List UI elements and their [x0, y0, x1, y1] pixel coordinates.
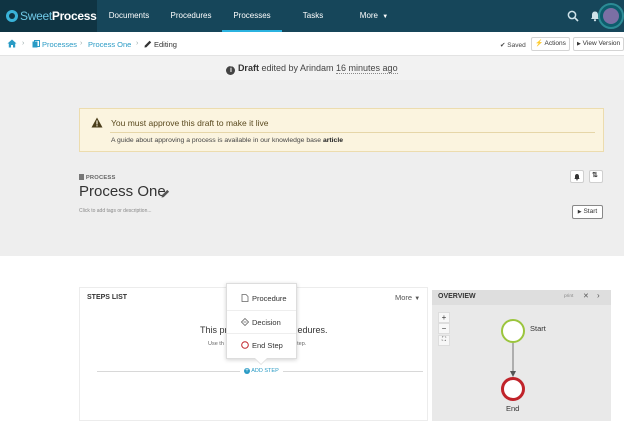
chevron-right-icon[interactable]: ›	[597, 291, 600, 300]
pencil-icon	[144, 40, 152, 48]
overview-panel	[432, 290, 611, 421]
collapse-icon[interactable]: ✕	[583, 292, 589, 300]
empty-sub-start: Use th	[208, 341, 224, 347]
info-icon: i	[226, 66, 236, 75]
decision-diamond-icon	[241, 318, 249, 326]
menu-item-end-step-label: End Step	[252, 340, 283, 350]
fit-view-button[interactable]: ⛶	[438, 335, 450, 346]
breadcrumb-separator: ›	[80, 40, 83, 47]
nav-processes[interactable]: Processes	[222, 0, 282, 32]
breadcrumb-separator: ›	[22, 40, 25, 47]
notify-button[interactable]	[570, 170, 584, 183]
process-header-area	[0, 80, 624, 256]
plus-circle-icon: +	[244, 368, 250, 374]
nav-tasks[interactable]: Tasks	[282, 0, 344, 32]
logo-text-light: Sweet	[20, 9, 52, 23]
zoom-out-button[interactable]: −	[438, 323, 450, 334]
menu-item-procedure[interactable]: Procedure	[227, 287, 296, 310]
chevron-down-icon: ▼	[382, 14, 389, 20]
process-description[interactable]: Click to add tags or description...	[79, 208, 152, 214]
nav-more-label: More	[359, 11, 379, 20]
document-icon	[241, 294, 249, 302]
edit-title-icon[interactable]	[161, 189, 170, 198]
play-icon: ▶	[577, 41, 581, 47]
end-circle-icon	[241, 341, 249, 349]
play-icon: ▶	[577, 209, 582, 215]
menu-item-procedure-label: Procedure	[252, 294, 287, 303]
actions-button[interactable]: ⚡ Actions	[531, 37, 570, 51]
draft-edited-by: edited by Arindam	[261, 63, 334, 73]
draft-time: 16 minutes ago	[336, 63, 398, 74]
check-icon: ✔	[500, 42, 506, 49]
alert-divider	[110, 132, 595, 133]
add-step-menu: Procedure Decision End Step	[226, 283, 297, 359]
menu-item-decision[interactable]: Decision	[227, 310, 296, 333]
empty-title-end: edures.	[297, 325, 328, 335]
actions-label: Actions	[544, 40, 566, 47]
menu-pointer	[255, 358, 267, 364]
breadcrumb-process-one[interactable]: Process One	[88, 40, 131, 49]
user-avatar[interactable]	[598, 3, 624, 29]
draft-status-bar: i Draft edited by Arindam 16 minutes ago	[0, 56, 624, 80]
view-version-label: View Version	[582, 40, 621, 47]
process-kicker: PROCESS	[85, 175, 116, 181]
nav-more[interactable]: More ▼	[346, 0, 402, 32]
menu-item-end-step[interactable]: End Step	[227, 333, 296, 356]
start-label: Start	[583, 208, 598, 215]
top-nav: SweetProcess Documents Procedures Proces…	[0, 0, 624, 32]
logo-mark-icon	[6, 10, 18, 22]
sort-icon: ⇅	[592, 172, 598, 179]
empty-title-start: This pr	[200, 325, 228, 335]
end-node-label: End	[506, 404, 520, 413]
menu-item-decision-label: Decision	[252, 317, 281, 327]
add-step-label: ADD STEP	[251, 368, 279, 374]
breadcrumb-processes[interactable]: Processes	[42, 40, 77, 49]
alert-article-link[interactable]: article	[323, 137, 343, 144]
sort-button[interactable]: ⇅	[589, 170, 603, 183]
flow-connector	[510, 343, 516, 377]
process-folder-icon	[32, 40, 40, 48]
logo-text-bold: Process	[51, 9, 97, 23]
home-icon[interactable]	[7, 39, 17, 48]
overview-title: OVERVIEW	[438, 293, 476, 300]
approval-alert: You must approve this draft to make it l…	[79, 108, 604, 152]
process-kicker-icon	[79, 174, 84, 180]
steps-more-label: More	[395, 293, 413, 302]
nav-procedures[interactable]: Procedures	[160, 0, 222, 32]
start-node[interactable]	[501, 319, 525, 343]
zoom-in-button[interactable]: +	[438, 312, 450, 323]
steps-list-title: STEPS LIST	[87, 294, 128, 301]
bell-icon	[574, 174, 580, 181]
search-icon[interactable]	[567, 10, 579, 22]
app-logo[interactable]: SweetProcess	[0, 0, 97, 32]
process-title[interactable]: Process One	[79, 183, 166, 200]
warning-icon	[91, 117, 103, 128]
alert-title: You must approve this draft to make it l…	[111, 118, 269, 128]
start-button[interactable]: ▶ Start	[572, 205, 603, 219]
saved-indicator: ✔ Saved	[500, 41, 526, 49]
start-node-label: Start	[530, 324, 546, 333]
saved-label: Saved	[507, 42, 526, 49]
breadcrumb-separator: ›	[136, 40, 139, 47]
breadcrumb-bar: › Processes › Process One › Editing ✔ Sa…	[0, 32, 624, 56]
breadcrumb-current: Editing	[154, 40, 177, 49]
nav-documents[interactable]: Documents	[98, 0, 160, 32]
alert-text: A guide about approving a process is ava…	[111, 137, 322, 144]
draft-label: Draft	[237, 63, 259, 73]
steps-more-button[interactable]: More ▼	[395, 293, 420, 302]
lightning-icon: ⚡	[535, 40, 544, 47]
overview-print-link[interactable]: print	[564, 294, 573, 299]
view-version-button[interactable]: ▶ View Version	[573, 37, 624, 51]
chevron-down-icon: ▼	[414, 296, 421, 302]
end-node[interactable]	[501, 377, 525, 401]
add-step-button[interactable]: + ADD STEP	[240, 366, 283, 377]
